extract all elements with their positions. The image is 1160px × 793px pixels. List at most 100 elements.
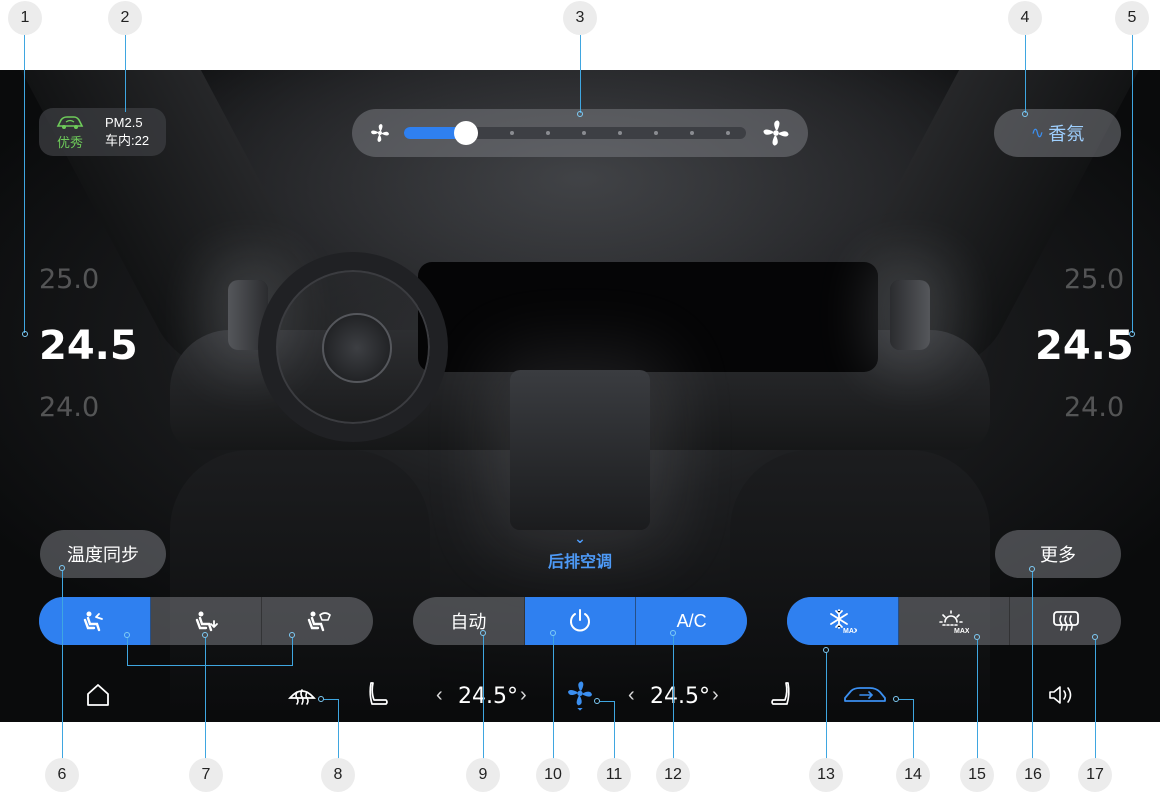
driver-seat-icon[interactable] — [365, 680, 391, 708]
leader-line-15 — [977, 640, 978, 759]
air-quality-label: 优秀 — [56, 134, 83, 150]
fan-low-icon — [371, 124, 389, 142]
leader-dot-4 — [1022, 111, 1028, 117]
leader-line-6 — [62, 571, 63, 759]
leader-line-10 — [553, 636, 554, 759]
fan-speed-knob[interactable] — [454, 121, 479, 145]
callout-15: 15 — [960, 758, 994, 792]
bottom-system-bar: ‹ 24.5° › ‹ 24.5° › — [0, 672, 1160, 722]
driver-temp-below[interactable]: 24.0 — [39, 392, 99, 423]
climate-extra-controls: MAX MAX — [787, 597, 1121, 645]
max-heat-button[interactable]: MAX — [899, 597, 1011, 645]
leader-line-9 — [483, 636, 484, 759]
callout-11: 11 — [597, 758, 631, 792]
leader-dot-5 — [1129, 331, 1135, 337]
passenger-temp-above[interactable]: 25.0 — [1064, 264, 1124, 295]
callout-12: 12 — [656, 758, 690, 792]
temp-sync-button[interactable]: 温度同步 — [40, 530, 166, 578]
leader-line-17 — [1095, 640, 1096, 759]
leader-dot-1 — [22, 331, 28, 337]
front-defrost-icon[interactable] — [287, 682, 317, 706]
callout-16: 16 — [1016, 758, 1050, 792]
leader-line-11 — [614, 701, 615, 759]
airflow-feet-icon — [195, 611, 218, 632]
rear-ac-label: 后排空调 — [547, 554, 612, 571]
right-temp-up-chevron[interactable]: › — [712, 684, 719, 707]
left-temp-down-chevron[interactable]: ‹ — [436, 684, 443, 707]
leader-line-1 — [24, 35, 25, 333]
callout-10: 10 — [536, 758, 570, 792]
driver-temp-above[interactable]: 25.0 — [39, 264, 99, 295]
passenger-temp-below[interactable]: 24.0 — [1064, 392, 1124, 423]
max-cool-button[interactable]: MAX — [787, 597, 899, 645]
more-button[interactable]: 更多 — [995, 530, 1121, 578]
airflow-face-button[interactable] — [39, 597, 151, 645]
callout-4: 4 — [1008, 1, 1042, 35]
sun-max-icon: MAX — [939, 610, 969, 634]
home-icon[interactable] — [85, 682, 111, 708]
airflow-face-icon — [84, 611, 104, 632]
inside-reading: 车内:22 — [105, 133, 150, 148]
fan-speed-tick — [726, 131, 730, 135]
rear-defrost-button[interactable] — [1010, 597, 1121, 645]
fan-speed-tick — [618, 131, 622, 135]
center-console — [510, 370, 650, 530]
airflow-windshield-button[interactable] — [262, 597, 373, 645]
leader-line-4 — [1025, 35, 1026, 113]
auto-button[interactable]: 自动 — [413, 597, 525, 645]
snowflake-max-icon: MAX — [830, 609, 857, 634]
leader-line-2 — [125, 35, 126, 112]
air-quality-widget[interactable]: 优秀 PM2.5 车内:22 — [39, 108, 166, 156]
steering-hub — [322, 313, 392, 383]
leader-line-12 — [673, 636, 674, 759]
driver-seat — [170, 450, 430, 710]
callout-14: 14 — [896, 758, 930, 792]
callout-3: 3 — [563, 1, 597, 35]
leader-line-7 — [205, 638, 206, 759]
leader-line-14 — [913, 699, 914, 759]
svg-text:MAX: MAX — [843, 628, 857, 634]
chevron-down-icon: ⌄ — [574, 530, 586, 546]
volume-icon[interactable] — [1047, 684, 1077, 706]
fan-speed-tick — [654, 131, 658, 135]
ac-button[interactable]: A/C — [636, 597, 747, 645]
power-button[interactable] — [524, 597, 637, 645]
leader-line-11a — [600, 701, 614, 702]
leader-dot-3 — [577, 111, 583, 117]
callout-8: 8 — [321, 758, 355, 792]
airflow-feet-button[interactable] — [151, 597, 263, 645]
leader-line-5 — [1132, 35, 1133, 333]
right-air-vent — [890, 280, 930, 350]
fan-speed-tick — [582, 131, 586, 135]
driver-temp-current[interactable]: 24.5 — [39, 323, 138, 369]
svg-text:MAX: MAX — [954, 628, 969, 634]
fan-high-icon — [763, 120, 789, 146]
callout-5: 5 — [1115, 1, 1149, 35]
car-air-icon — [56, 115, 84, 129]
fragrance-button[interactable]: ∿ 香氛 — [994, 109, 1121, 157]
callout-17: 17 — [1078, 758, 1112, 792]
leader-line-16 — [1032, 572, 1033, 759]
callout-9: 9 — [466, 758, 500, 792]
right-temp-value[interactable]: 24.5° — [650, 684, 710, 709]
climate-fan-icon[interactable] — [566, 680, 594, 712]
fragrance-icon: ∿ — [1030, 125, 1045, 142]
leader-line-8a — [324, 699, 338, 700]
leader-line-7c — [292, 638, 293, 666]
passenger-temp-current[interactable]: 24.5 — [1035, 323, 1134, 369]
fan-speed-tick — [690, 131, 694, 135]
right-temp-down-chevron[interactable]: ‹ — [628, 684, 635, 707]
car-recirculation-icon[interactable] — [842, 684, 888, 706]
rear-ac-toggle[interactable]: ⌄ 后排空调 — [540, 530, 620, 572]
pm25-label: PM2.5 — [105, 115, 143, 130]
rear-defrost-icon — [1052, 611, 1079, 631]
fan-speed-slider[interactable] — [404, 121, 746, 145]
leader-line-14a — [899, 699, 913, 700]
leader-line-7a — [127, 638, 128, 666]
leader-line-8 — [338, 699, 339, 759]
passenger-seat-icon[interactable] — [768, 680, 794, 708]
callout-7: 7 — [189, 758, 223, 792]
passenger-seat — [730, 450, 990, 710]
left-temp-value[interactable]: 24.5° — [458, 684, 518, 709]
left-temp-up-chevron[interactable]: › — [520, 684, 527, 707]
